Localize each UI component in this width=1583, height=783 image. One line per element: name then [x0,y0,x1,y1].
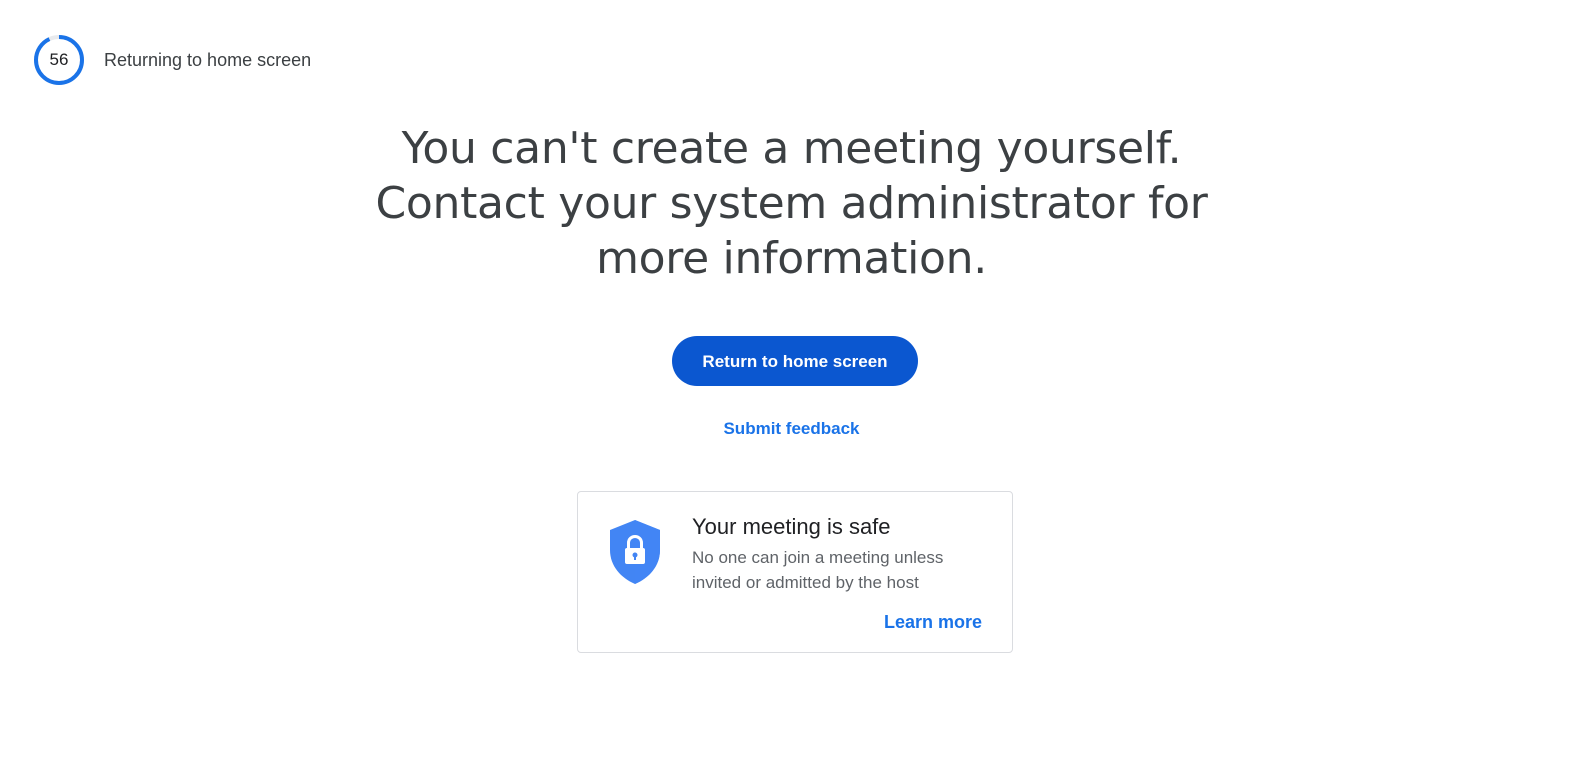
page-title-line: You can't create a meeting yourself. [401,123,1182,174]
card-title: Your meeting is safe [692,514,891,539]
page-title-line: Contact your system administrator for [375,178,1208,229]
countdown-ring: 56 [33,34,85,86]
countdown-label: Returning to home screen [104,49,312,70]
page-title-line: more information. [596,233,987,284]
feedback-link-row: Submit feedback [0,419,1583,439]
card-description: No one can join a meeting unless invited… [692,548,944,592]
submit-feedback-link[interactable]: Submit feedback [723,419,859,438]
countdown-indicator: 56 Returning to home screen [33,34,311,86]
countdown-seconds: 56 [49,50,69,69]
meeting-safe-card: Your meeting is safe No one can join a m… [577,491,1013,653]
return-to-home-button[interactable]: Return to home screen [672,336,918,386]
shield-lock-icon [610,520,660,584]
page-title: You can't create a meeting yourself. Con… [0,121,1583,286]
learn-more-link[interactable]: Learn more [884,612,982,633]
